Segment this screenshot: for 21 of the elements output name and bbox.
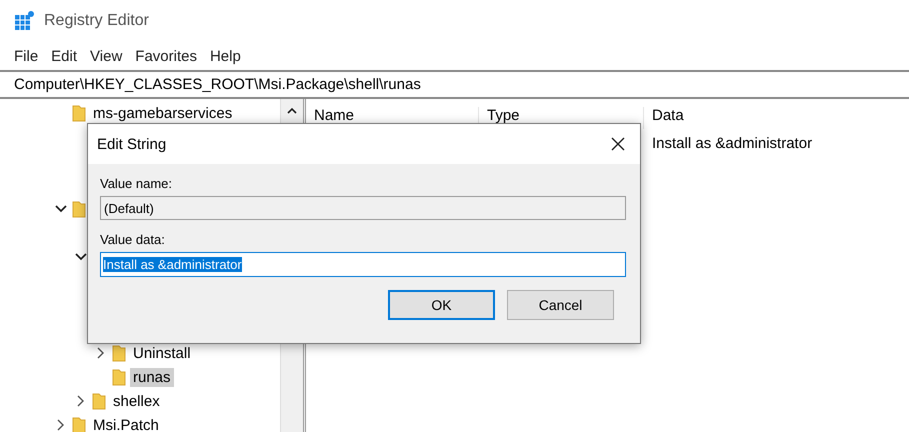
window-title: Registry Editor	[44, 12, 149, 30]
tree-item[interactable]: runas	[130, 368, 174, 386]
menu-item[interactable]: Edit	[51, 48, 78, 64]
menu-item[interactable]: Help	[210, 48, 241, 64]
field-label: Value name:	[100, 176, 174, 191]
field-label: Value data:	[100, 232, 166, 247]
column-header[interactable]: Data	[643, 107, 909, 129]
value-data-field[interactable]: Install as &administrator	[100, 252, 626, 277]
ok-button[interactable]: OK	[388, 290, 495, 320]
tree-item[interactable]: shellex	[110, 392, 163, 410]
tree-item[interactable]: Msi.Patch	[90, 416, 162, 432]
tree-item[interactable]: ms-gamebarservices	[90, 104, 236, 122]
dialog-title: Edit String	[97, 136, 166, 152]
value-name-field[interactable]: (Default)	[100, 196, 626, 220]
menu-item[interactable]: View	[90, 48, 122, 64]
address-bar[interactable]: Computer\HKEY_CLASSES_ROOT\Msi.Package\shell\runas	[0, 70, 909, 99]
cancel-button[interactable]: Cancel	[507, 290, 614, 320]
table-cell-text: Install as &administrator	[651, 135, 814, 152]
tree-item[interactable]: Uninstall	[130, 344, 194, 362]
menu-item[interactable]: Favorites	[135, 48, 197, 64]
menu-item[interactable]: File	[14, 48, 38, 64]
